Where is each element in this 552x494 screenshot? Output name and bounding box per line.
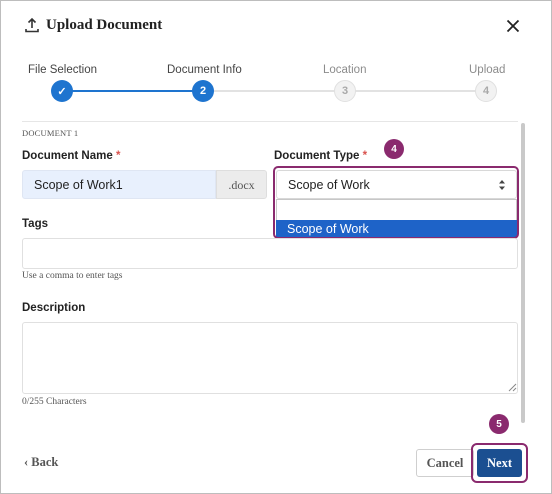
step-label-document-info: Document Info [167,64,242,76]
required-mark: * [115,150,121,162]
upload-icon [25,17,39,33]
annotation-badge: 5 [489,414,509,434]
annotation-highlight-document-type [273,166,519,239]
chevron-left-icon: ‹ [24,455,29,469]
document-name-label-text: Document Name [22,150,113,162]
stepper-track-complete [62,90,202,92]
step-label-upload: Upload [469,64,506,76]
tags-input[interactable] [22,238,518,269]
close-icon[interactable] [506,19,520,33]
file-extension-addon: .docx [216,170,267,199]
tags-help-text: Use a comma to enter tags [22,271,123,281]
step-4-marker: 4 [475,80,497,102]
section-label: DOCUMENT 1 [22,128,79,138]
resize-handle-icon[interactable] [508,383,517,392]
description-counter: 0/255 Characters [22,397,87,407]
step-1-checkmark-icon: ✓ [51,80,73,102]
next-button[interactable]: Next [477,449,522,477]
tags-label: Tags [22,218,48,230]
dialog-title: Upload Document [46,17,163,33]
document-type-label-text: Document Type [274,150,360,162]
annotation-badge: 4 [384,139,404,159]
step-label-location: Location [323,64,367,76]
step-3-marker: 3 [334,80,356,102]
back-button[interactable]: ‹ Back [24,455,58,470]
step-2-marker: 2 [192,80,214,102]
document-name-input[interactable]: Scope of Work1 [22,170,216,199]
description-textarea[interactable] [22,322,518,394]
document-type-label: Document Type * [274,150,367,162]
description-label: Description [22,302,86,314]
back-button-label: Back [31,455,59,469]
required-mark: * [362,150,368,162]
scrollbar[interactable] [521,123,525,423]
cancel-button[interactable]: Cancel [416,449,474,477]
section-divider [22,121,518,122]
step-label-file-selection: File Selection [28,64,98,76]
document-name-label: Document Name * [22,150,120,162]
